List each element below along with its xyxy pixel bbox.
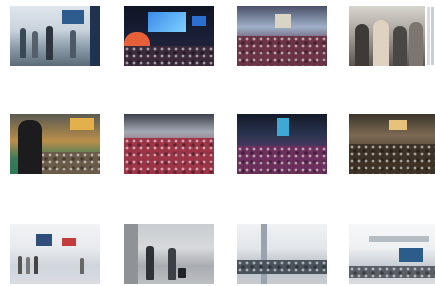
thumbnail-image	[10, 6, 100, 66]
photo-thumbnail-audience-hall[interactable]	[237, 6, 327, 66]
photo-gallery	[0, 0, 435, 286]
thumbnail-image	[10, 114, 100, 174]
thumbnail-stack-edge	[427, 7, 430, 65]
photo-thumbnail-main-stage[interactable]	[124, 6, 214, 66]
thumbnail-image	[124, 6, 214, 66]
photo-thumbnail-registration-queue[interactable]	[10, 224, 100, 284]
photo-thumbnail-concourse-line[interactable]	[237, 224, 327, 284]
photo-thumbnail-crowd-closeup[interactable]	[349, 6, 425, 66]
photo-thumbnail-seated-audience[interactable]	[124, 114, 214, 174]
thumbnail-image	[124, 114, 214, 174]
thumbnail-stack-edge	[431, 7, 434, 65]
photo-thumbnail-venue-exterior[interactable]	[349, 224, 435, 284]
thumbnail-image	[349, 224, 435, 284]
thumbnail-image	[349, 114, 435, 174]
photo-thumbnail-dim-auditorium[interactable]	[349, 114, 435, 174]
thumbnail-image	[124, 224, 214, 284]
photo-thumbnail-arena-crowd[interactable]	[237, 114, 327, 174]
thumbnail-image	[237, 6, 327, 66]
photo-thumbnail-visitors-walking[interactable]	[124, 224, 214, 284]
thumbnail-image	[237, 224, 327, 284]
thumbnail-image	[237, 114, 327, 174]
thumbnail-image	[10, 224, 100, 284]
thumbnail-image	[349, 6, 425, 66]
photo-thumbnail-expo-hall-entrance[interactable]	[10, 6, 100, 66]
photo-thumbnail-presenter-stage[interactable]	[10, 114, 100, 174]
